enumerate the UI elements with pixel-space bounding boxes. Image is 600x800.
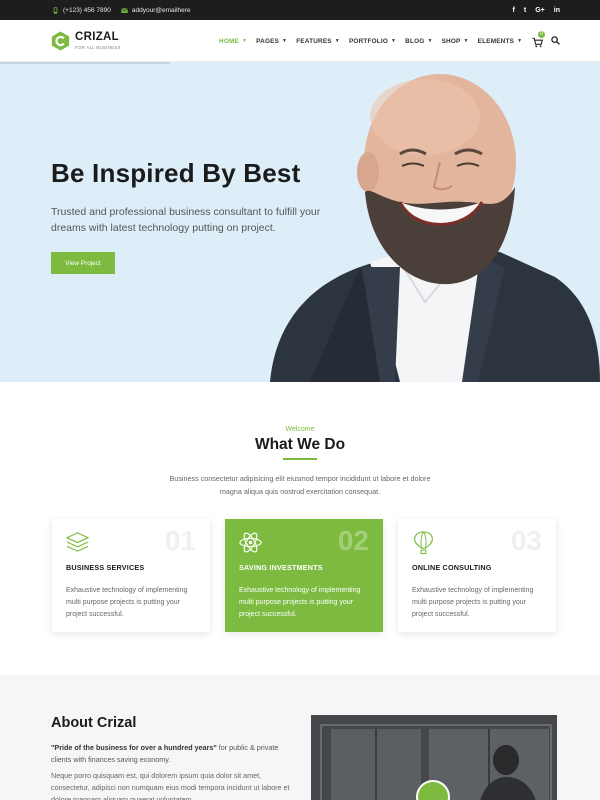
service-card-consulting[interactable]: 03 ONLINE CONSULTING Exhaustive technolo… [398,519,556,632]
phone-contact[interactable]: (+123) 456 7890 [52,7,111,14]
about-text: Neque porro quisquam est, qui dolorem ip… [51,771,290,800]
card-title: ONLINE CONSULTING [412,563,492,572]
nav-features[interactable]: FEATURES ▼ [296,38,340,45]
logo-name: CRIZAL [75,31,119,44]
email-address: addyour@emailhere [131,6,191,14]
card-number: 02 [337,525,369,556]
site-logo[interactable]: CRIZAL FOR ALL BUSINESS [51,31,121,51]
cart-count-badge: 0 [538,31,545,38]
nav-label: SHOP [441,37,461,45]
chevron-down-icon: ▼ [517,38,523,44]
section-eyebrow: Welcome [285,426,315,433]
envelope-icon [121,7,128,13]
about-quote-bold: "Pride of the business for over a hundre… [51,743,217,752]
nav-label: ELEMENTS [477,37,515,45]
office-photo-image [311,715,557,800]
nav-blog[interactable]: BLOG ▼ [405,38,432,45]
nav-label: PORTFOLIO [348,37,389,45]
service-card-business[interactable]: 01 BUSINESS SERVICES Exhaustive technolo… [52,519,210,632]
nav-portfolio[interactable]: PORTFOLIO ▼ [349,38,396,45]
title-underline [283,458,317,460]
section-description: Business consectetur adipisicing elit ei… [169,474,431,496]
phone-icon [53,6,58,14]
nav-label: PAGES [256,37,280,45]
nav-label: FEATURES [296,37,332,45]
nav-label: HOME [219,37,239,45]
card-text: Exhaustive technology of implementing mu… [66,587,188,618]
stack-layers-icon [65,532,90,552]
email-contact[interactable]: addyour@emailhere [121,7,191,14]
site-header: CRIZAL FOR ALL BUSINESS HOME ▼ PAGES ▼ FEA… [0,20,600,62]
card-text: Exhaustive technology of implementing mu… [412,587,534,618]
chevron-down-icon: ▼ [334,38,340,44]
nav-shop[interactable]: SHOP ▼ [442,38,469,45]
hero-subtitle: Trusted and professional business consul… [51,206,321,234]
card-number: 03 [510,525,542,556]
twitter-icon[interactable]: t [524,7,526,14]
nav-pages[interactable]: PAGES ▼ [256,38,287,45]
about-quote: "Pride of the business for over a hundre… [51,742,291,766]
section-title: What We Do [254,436,346,453]
nav-home[interactable]: HOME ▼ [219,38,247,45]
nav-label: BLOG [405,37,425,45]
hero-title: Be Inspired By Best [51,158,301,188]
view-project-button[interactable]: View Project [51,252,115,274]
facebook-icon[interactable]: f [513,7,515,14]
hot-air-balloon-icon [414,531,433,555]
card-title: BUSINESS SERVICES [66,563,145,572]
atom-icon [239,532,262,553]
logo-hexagon-icon [51,31,70,51]
search-icon[interactable] [551,36,560,45]
card-title: SAVING INVESTMENTS [239,563,323,572]
about-image [311,715,557,800]
logo-tagline: FOR ALL BUSINESS [75,44,121,50]
service-card-investments[interactable]: 02 SAVING INVESTMENTS Exhaustive technol… [225,519,383,632]
about-title: About Crizal [51,715,137,731]
chevron-down-icon: ▼ [391,38,397,44]
chevron-down-icon: ▼ [282,38,288,44]
chevron-down-icon: ▼ [427,38,433,44]
about-section: About Crizal "Pride of the business for … [0,675,600,800]
shopping-cart-icon [532,37,543,48]
linkedin-icon[interactable]: in [554,7,560,14]
card-number: 01 [164,525,196,556]
slider-progress-line [0,62,170,64]
nav-elements[interactable]: ELEMENTS ▼ [478,38,523,45]
main-nav: HOME ▼ PAGES ▼ FEATURES ▼ PORTFOLIO ▼ BLOG ▼ … [219,20,522,62]
hero-section: Be Inspired By Best Trusted and professi… [0,62,600,382]
cart-button[interactable]: 0 [532,31,545,48]
top-bar: (+123) 456 7890 addyour@emailhere f t G+… [0,0,600,20]
google-plus-icon[interactable]: G+ [535,7,545,14]
chevron-down-icon: ▼ [463,38,469,44]
card-text: Exhaustive technology of implementing mu… [239,587,361,618]
chevron-down-icon: ▼ [241,38,248,44]
phone-number: (+123) 456 7890 [63,6,111,14]
